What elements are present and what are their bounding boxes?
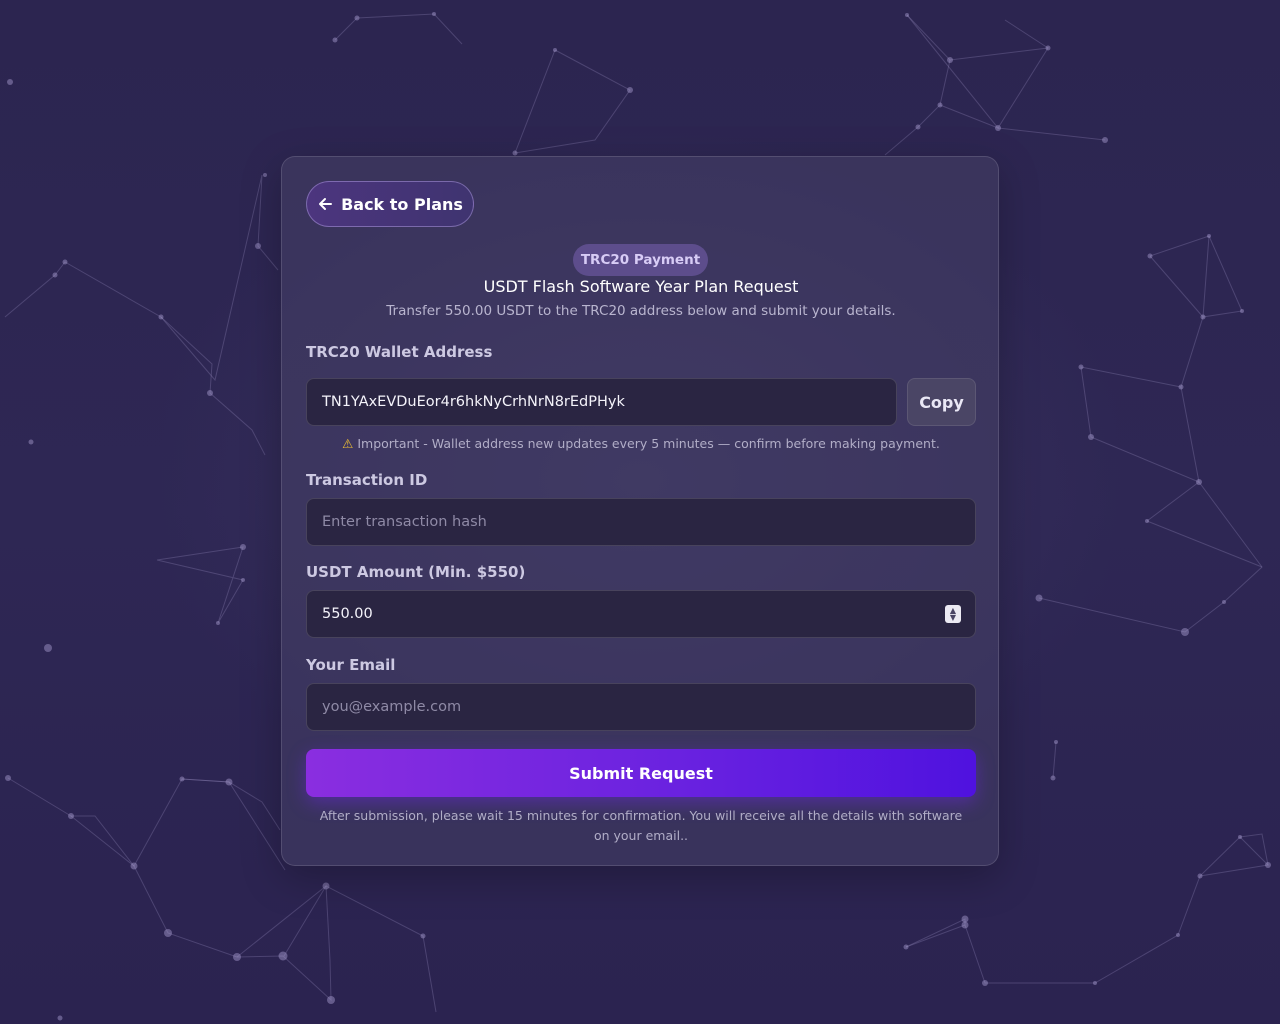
warning-icon: ⚠: [342, 436, 354, 451]
usdt-amount-input[interactable]: 550.00 ▲ ▼: [306, 590, 976, 638]
wallet-address-label: TRC20 Wallet Address: [306, 343, 493, 361]
copy-address-button[interactable]: Copy: [907, 378, 976, 426]
payment-method-badge: TRC20 Payment: [573, 244, 708, 276]
back-to-plans-label: Back to Plans: [341, 194, 463, 214]
page-subtitle: Transfer 550.00 USDT to the TRC20 addres…: [386, 303, 896, 319]
transaction-id-label: Transaction ID: [306, 471, 428, 489]
submission-notice: After submission, please wait 15 minutes…: [319, 808, 963, 843]
arrow-left-icon: [317, 196, 333, 212]
usdt-amount-label: USDT Amount (Min. $550): [306, 563, 526, 581]
chevron-down-icon: ▼: [949, 613, 957, 622]
wallet-update-notice: ⚠ Important - Wallet address new updates…: [282, 436, 1000, 451]
amount-stepper[interactable]: ▲ ▼: [945, 605, 961, 623]
wallet-address-field[interactable]: TN1YAxEVDuEor4r6hkNyCrhNrN8rEdPHyk: [306, 378, 897, 426]
wallet-address-value: TN1YAxEVDuEor4r6hkNyCrhNrN8rEdPHyk: [322, 394, 625, 410]
email-placeholder: you@example.com: [322, 699, 462, 715]
wallet-update-notice-text: Important - Wallet address new updates e…: [357, 436, 940, 451]
page-title: USDT Flash Software Year Plan Request: [483, 277, 799, 296]
usdt-amount-value: 550.00: [322, 606, 373, 622]
transaction-id-input[interactable]: Enter transaction hash: [306, 498, 976, 546]
transaction-id-placeholder: Enter transaction hash: [322, 514, 487, 530]
email-label: Your Email: [306, 656, 396, 674]
email-input[interactable]: you@example.com: [306, 683, 976, 731]
back-to-plans-button[interactable]: Back to Plans: [306, 181, 474, 227]
payment-card: Back to Plans TRC20 Payment USDT Flash S…: [281, 156, 999, 866]
submit-request-button[interactable]: Submit Request: [306, 749, 976, 797]
